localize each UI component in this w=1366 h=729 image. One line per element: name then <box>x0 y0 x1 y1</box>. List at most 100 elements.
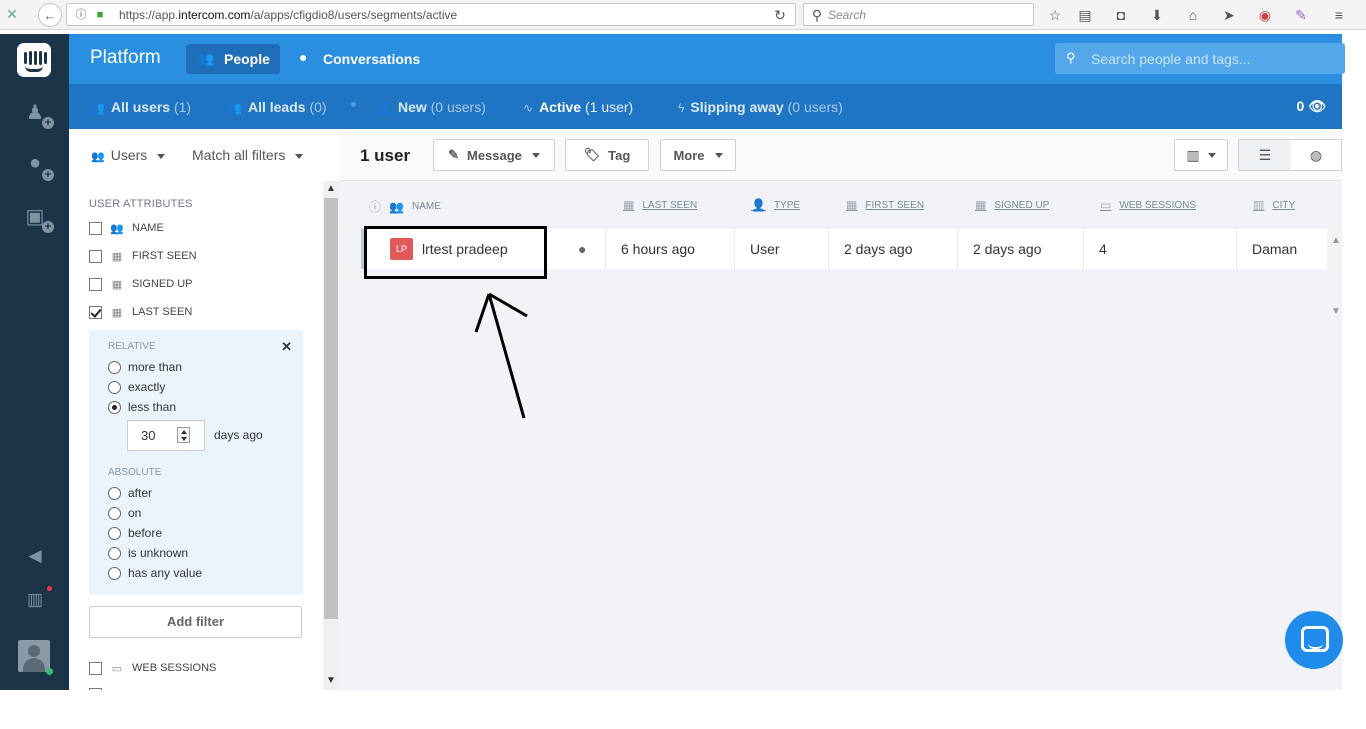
number-spinner[interactable] <box>177 427 190 443</box>
radio-exactly[interactable]: exactly <box>108 380 165 394</box>
radio-button[interactable] <box>108 526 121 540</box>
col-type[interactable]: 👤 TYPE <box>751 198 800 212</box>
intercom-logo[interactable] <box>17 43 51 77</box>
people-search-input[interactable]: ⚲ Search people and tags... <box>1055 43 1345 74</box>
scroll-down-icon[interactable]: ▼ <box>326 675 336 686</box>
messenger-launcher[interactable] <box>1285 611 1343 669</box>
match-filters-select[interactable]: Match all filters <box>192 147 304 163</box>
radio-after[interactable]: after <box>108 486 152 500</box>
col-first-seen[interactable]: ▦ FIRST SEEN <box>846 198 924 212</box>
col-city[interactable]: ▥ CITY <box>1253 198 1295 212</box>
megaphone-icon[interactable]: ◀ <box>22 546 48 572</box>
cell-type: User <box>735 229 829 269</box>
reading-list-icon[interactable]: ▤ <box>1076 6 1094 24</box>
chat-icon[interactable]: ● <box>565 229 606 269</box>
address-bar[interactable]: ⓘ ■ https://app.intercom.com/a/apps/cfig… <box>66 3 796 26</box>
filter-panel-scrollbar[interactable]: ▲ ▼ <box>323 181 339 690</box>
cell-signed-up: 2 days ago <box>958 229 1084 269</box>
message-button[interactable]: ✎ Message <box>433 139 555 171</box>
browser-toolbar: ✕ ← ⓘ ■ https://app.intercom.com/a/apps/… <box>0 0 1366 30</box>
days-input[interactable]: 30 <box>127 420 205 451</box>
rail-messages-icon[interactable]: ▣ + <box>22 204 54 233</box>
attr-signed-up-label: SIGNED UP <box>132 278 193 290</box>
col-name[interactable]: ⓘ 👥 NAME <box>369 198 441 215</box>
pocket-icon[interactable]: ◘ <box>1112 6 1130 24</box>
add-filter-button[interactable]: Add filter <box>89 606 302 638</box>
tag-button[interactable]: 🏷 Tag <box>565 139 649 171</box>
map-view-button[interactable]: ◍ <box>1291 139 1342 171</box>
more-button[interactable]: More <box>660 139 736 171</box>
segment-all-users[interactable]: 👥 All users (1) <box>90 99 191 115</box>
send-icon[interactable]: ➤ <box>1220 6 1238 24</box>
attr-name[interactable]: 👥 NAME <box>89 219 164 237</box>
radio-on[interactable]: on <box>108 506 141 520</box>
back-button[interactable]: ← <box>38 3 62 27</box>
book-icon[interactable]: ▥ <box>22 586 52 616</box>
reload-icon[interactable]: ↻ <box>771 6 789 24</box>
columns-button[interactable]: ▥ <box>1174 139 1228 171</box>
segment-all-leads[interactable]: 👥 All leads (0) <box>227 99 327 115</box>
segment-active[interactable]: ∿ Active (1 user) <box>523 99 633 115</box>
home-icon[interactable]: ⌂ <box>1184 6 1202 24</box>
radio-button[interactable] <box>108 486 121 500</box>
checkbox[interactable] <box>89 687 102 690</box>
attr-first-seen[interactable]: ▦ FIRST SEEN <box>89 247 197 265</box>
segment-slipping-away[interactable]: ϟ Slipping away (0 users) <box>678 99 843 115</box>
scroll-up-icon[interactable]: ▲ <box>1331 235 1341 246</box>
relative-title: RELATIVE <box>108 341 156 352</box>
first-seen-checkbox[interactable] <box>89 249 102 263</box>
browser-search-input[interactable]: ⚲ Search <box>803 3 1034 26</box>
pen-icon[interactable]: ✎ <box>1292 6 1310 24</box>
nav-people[interactable]: 👥 People <box>186 44 280 74</box>
col-web-sessions[interactable]: ▭ WEB SESSIONS <box>1100 198 1196 212</box>
scroll-up-icon[interactable]: ▲ <box>326 183 336 194</box>
attr-web-sessions[interactable]: ▭ WEB SESSIONS <box>89 659 216 677</box>
radio-more-than[interactable]: more than <box>108 360 182 374</box>
radio-is-unknown[interactable]: is unknown <box>108 546 188 560</box>
col-signed-up[interactable]: ▦ SIGNED UP <box>975 198 1049 212</box>
radio-button[interactable] <box>108 546 121 560</box>
list-view-button[interactable]: ☰ <box>1238 139 1292 171</box>
avatar[interactable] <box>18 640 53 675</box>
nav-conversations[interactable]: ● Conversations <box>299 49 420 67</box>
download-icon[interactable]: ⬇ <box>1148 6 1166 24</box>
radio-before[interactable]: before <box>108 526 162 540</box>
close-icon[interactable]: ✕ <box>281 339 292 355</box>
info-icon[interactable]: ⓘ <box>72 6 90 24</box>
radio-button[interactable] <box>108 360 121 374</box>
radio-button[interactable] <box>108 400 121 414</box>
url-text: https://app.intercom.com/a/apps/cfigdio8… <box>119 7 458 22</box>
radio-has-any-value[interactable]: has any value <box>108 566 202 580</box>
viewing-count[interactable]: 0 👁 <box>1297 98 1326 115</box>
columns-icon: ▥ <box>1186 146 1200 163</box>
col-last-seen[interactable]: ▦ LAST SEEN <box>623 198 697 212</box>
bookmark-star-icon[interactable]: ☆ <box>1046 6 1064 24</box>
attr-next[interactable] <box>89 685 110 690</box>
calendar-icon: ▦ <box>623 198 635 212</box>
rail-support-icon[interactable]: ● + <box>22 152 54 181</box>
brand-title[interactable]: Platform <box>90 47 161 69</box>
calendar-icon: ▦ <box>111 306 123 319</box>
user-type-select[interactable]: 👥 Users <box>91 147 166 163</box>
rail-platform-icon[interactable]: ♟ + <box>22 100 54 129</box>
scrollbar-thumb[interactable] <box>324 198 338 619</box>
browser-search-placeholder: Search <box>828 7 867 22</box>
name-checkbox[interactable] <box>89 221 102 235</box>
attr-last-seen[interactable]: ▦ LAST SEEN <box>89 303 192 321</box>
segment-new[interactable]: 👤 New (0 users) <box>377 99 486 115</box>
attr-signed-up[interactable]: ▦ SIGNED UP <box>89 275 193 293</box>
browser-extension-icon[interactable]: ✕ <box>3 5 21 23</box>
web-sessions-checkbox[interactable] <box>89 661 102 675</box>
radio-button[interactable] <box>108 506 121 520</box>
last-seen-checkbox[interactable] <box>89 305 102 319</box>
menu-icon[interactable]: ≡ <box>1330 6 1348 24</box>
extension-icon[interactable]: ◉ <box>1256 6 1274 24</box>
radio-button[interactable] <box>108 566 121 580</box>
eye-icon: 👁 <box>1308 98 1326 114</box>
scroll-down-icon[interactable]: ▼ <box>1331 306 1341 317</box>
radio-button[interactable] <box>108 380 121 394</box>
signed-up-checkbox[interactable] <box>89 277 102 291</box>
users-icon: 👥 <box>90 101 105 115</box>
calendar-icon: ▦ <box>111 250 123 263</box>
radio-less-than[interactable]: less than <box>108 400 176 414</box>
